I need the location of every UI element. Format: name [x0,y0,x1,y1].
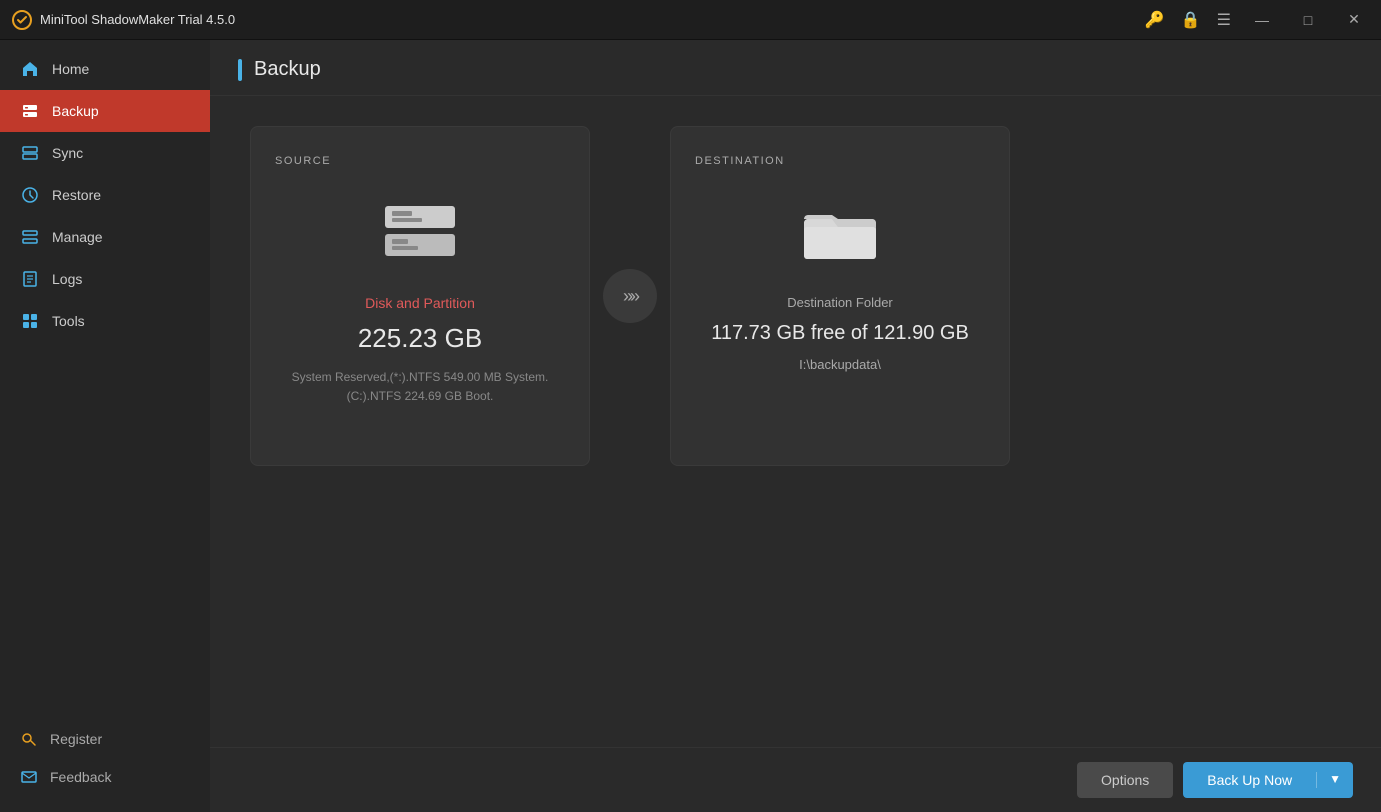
minimize-button[interactable]: — [1247,5,1277,35]
destination-card[interactable]: DESTINATION Destination Folder 117.73 GB… [670,126,1010,466]
restore-icon [20,185,40,205]
lock-icon[interactable]: 🔒 [1181,10,1201,30]
sidebar-item-restore[interactable]: Restore [0,174,210,216]
manage-icon [20,227,40,247]
sidebar-nav: Home Backup [0,48,210,720]
sidebar-bottom: Register Feedback [0,720,210,812]
folder-icon [802,199,878,263]
sidebar-item-backup[interactable]: Backup [0,90,210,132]
backup-cards-row: SOURCE Disk and Partition 225.23 GB [250,126,1341,466]
sidebar-item-label: Tools [52,313,85,329]
sidebar-item-label: Sync [52,145,83,161]
bottom-action-bar: Options Back Up Now ▼ [210,747,1381,812]
key-sidebar-icon [20,730,38,748]
page-title: Backup [254,58,321,81]
title-bar-actions: 🔑 🔒 ☰ — □ ✕ [1145,5,1369,35]
backup-now-main-button[interactable]: Back Up Now [1183,772,1316,788]
header-accent-bar [238,59,242,81]
sidebar-item-sync[interactable]: Sync [0,132,210,174]
sync-icon [20,143,40,163]
key-icon[interactable]: 🔑 [1145,10,1165,30]
maximize-button[interactable]: □ [1293,5,1323,35]
sidebar-item-home[interactable]: Home [0,48,210,90]
destination-type-label: Destination Folder [787,295,893,310]
sidebar: Home Backup [0,40,210,812]
feedback-label: Feedback [50,769,111,785]
app-layout: Home Backup [0,40,1381,812]
folder-icon-area [802,191,878,271]
sidebar-item-manage[interactable]: Manage [0,216,210,258]
app-logo-icon [12,10,32,30]
mail-icon [20,768,38,786]
sidebar-item-register[interactable]: Register [0,720,210,758]
backup-content: SOURCE Disk and Partition 225.23 GB [210,96,1381,747]
destination-free-space: 117.73 GB free of 121.90 GB [711,322,969,345]
source-type-label: Disk and Partition [365,295,475,311]
sidebar-item-label: Home [52,61,89,77]
backup-now-button-group: Back Up Now ▼ [1183,762,1353,798]
close-button[interactable]: ✕ [1339,5,1369,35]
arrow-icon: »» [603,269,657,323]
source-description: System Reserved,(*:).NTFS 549.00 MB Syst… [292,368,549,406]
backup-now-dropdown-button[interactable]: ▼ [1317,772,1353,786]
disk-icon-area [380,191,460,271]
sidebar-item-feedback[interactable]: Feedback [0,758,210,796]
register-label: Register [50,731,102,747]
arrow-connector: »» [590,269,670,323]
destination-path: I:\backupdata\ [799,357,881,372]
sidebar-item-label: Manage [52,229,103,245]
disk-partition-icon [380,201,460,261]
source-size: 225.23 GB [358,323,482,354]
main-content: Backup SOURCE [210,40,1381,812]
sidebar-item-label: Logs [52,271,82,287]
sidebar-item-tools[interactable]: Tools [0,300,210,342]
options-button[interactable]: Options [1077,762,1173,798]
sidebar-item-logs[interactable]: Logs [0,258,210,300]
menu-icon[interactable]: ☰ [1217,10,1231,30]
sidebar-item-label: Restore [52,187,101,203]
destination-label: DESTINATION [695,155,785,167]
home-icon [20,59,40,79]
source-card[interactable]: SOURCE Disk and Partition 225.23 GB [250,126,590,466]
backup-icon [20,101,40,121]
source-label: SOURCE [275,155,331,167]
title-bar: MiniTool ShadowMaker Trial 4.5.0 🔑 🔒 ☰ —… [0,0,1381,40]
app-title: MiniTool ShadowMaker Trial 4.5.0 [12,10,235,30]
logs-icon [20,269,40,289]
tools-icon [20,311,40,331]
page-header: Backup [210,40,1381,96]
sidebar-item-label: Backup [52,103,99,119]
